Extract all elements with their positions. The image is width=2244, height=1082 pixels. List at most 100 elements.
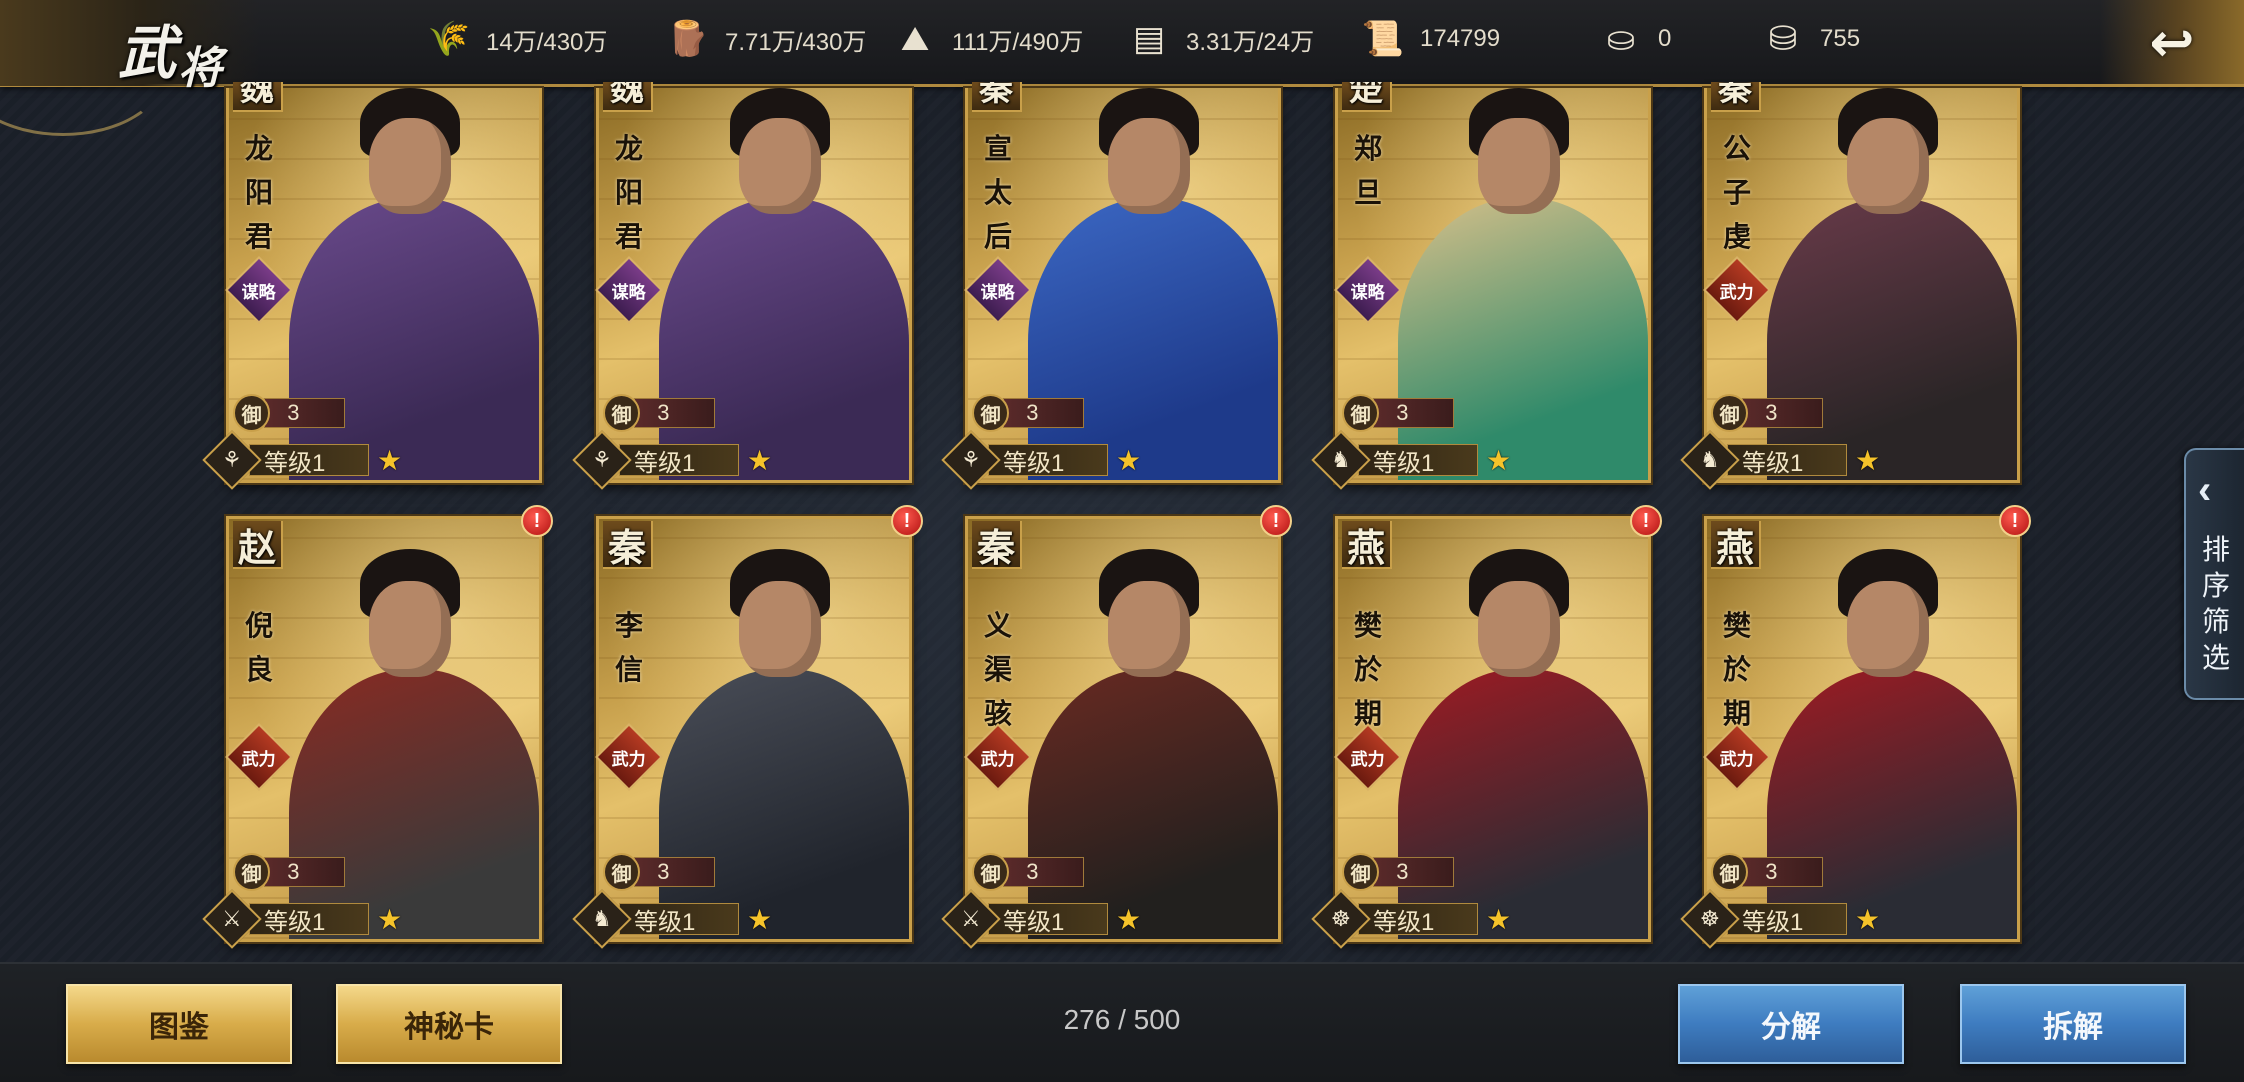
- faction-badge: 秦: [972, 82, 1022, 112]
- defense-stat: 御3: [603, 394, 715, 432]
- general-name-char: 君: [244, 220, 273, 253]
- general-card[interactable]: 燕樊於期武力御 3 ☸ 等级1 ★!: [1680, 505, 2031, 949]
- level-text: 等级1: [1358, 444, 1478, 477]
- star-icon: ★: [1116, 444, 1142, 476]
- star-icon: ★: [377, 903, 403, 935]
- general-name-char: 信: [614, 653, 643, 686]
- general-card[interactable]: 楚郑旦谋略御 3 ♞ 等级1 ★: [1311, 82, 1651, 490]
- defense-value: 3: [1373, 398, 1454, 428]
- general-card[interactable]: 秦宣太后谋略御 3 ⚘ 等级1 ★: [941, 82, 1281, 490]
- defense-value: 3: [634, 398, 715, 428]
- attribute-label: 武力: [1720, 749, 1754, 769]
- general-name-char: 郑: [1353, 132, 1382, 165]
- mystery-card-button[interactable]: 神秘卡: [336, 984, 562, 1064]
- level-text: 等级1: [1727, 444, 1847, 477]
- faction-badge: 魏: [603, 82, 653, 112]
- shield-defense-icon: 御: [1342, 853, 1380, 891]
- sort-filter-label: 排序筛选: [2201, 534, 2230, 673]
- general-name-char: 龙: [244, 132, 273, 165]
- defense-value: 3: [1742, 398, 1823, 428]
- shield-defense-icon: 御: [972, 853, 1010, 891]
- general-name-char: 阳: [614, 176, 643, 209]
- star-icon: ★: [1855, 444, 1881, 476]
- level-text: 等级1: [619, 903, 739, 936]
- faction-badge: 秦: [1711, 82, 1761, 112]
- alert-icon: !: [891, 505, 923, 537]
- level-text: 等级1: [988, 444, 1108, 477]
- star-icon: ★: [377, 444, 403, 476]
- star-icon: ★: [1116, 903, 1142, 935]
- general-name-char: 良: [244, 653, 273, 686]
- shield-defense-icon: 御: [603, 394, 641, 432]
- faction-badge: 燕: [1711, 521, 1761, 570]
- general-name-char: 公: [1722, 132, 1751, 165]
- level-bar: ☸ 等级1 ★: [1680, 889, 1899, 949]
- faction-badge: 赵: [233, 521, 283, 570]
- faction-badge: 秦: [972, 521, 1022, 570]
- general-card[interactable]: 赵倪良武力御 3 ⚔ 等级1 ★!: [202, 505, 553, 949]
- level-bar: ⚘ 等级1 ★: [572, 430, 791, 490]
- general-card[interactable]: 秦义渠骇武力御 3 ⚔ 等级1 ★!: [941, 505, 1292, 949]
- faction-badge: 魏: [233, 82, 283, 112]
- general-name-char: 李: [614, 609, 643, 642]
- alert-icon: !: [1630, 505, 1662, 537]
- general-name-char: 后: [983, 220, 1012, 253]
- level-bar: ♞ 等级1 ★: [1680, 430, 1899, 490]
- defense-value: 3: [1003, 398, 1084, 428]
- defense-stat: 御3: [233, 394, 345, 432]
- general-card[interactable]: 秦公子虔武力御 3 ♞ 等级1 ★: [1680, 82, 2020, 490]
- attribute-label: 武力: [1351, 749, 1385, 769]
- level-text: 等级1: [988, 903, 1108, 936]
- level-text: 等级1: [619, 444, 739, 477]
- shield-defense-icon: 御: [603, 853, 641, 891]
- attribute-label: 谋略: [242, 282, 276, 302]
- level-text: 等级1: [1727, 903, 1847, 936]
- star-icon: ★: [747, 903, 773, 935]
- level-bar: ⚔ 等级1 ★: [941, 889, 1160, 949]
- level-text: 等级1: [249, 444, 369, 477]
- attribute-label: 谋略: [1351, 282, 1385, 302]
- star-icon: ★: [1486, 444, 1512, 476]
- general-card[interactable]: 魏龙阳君谋略御 3 ⚘ 等级1 ★: [572, 82, 912, 490]
- level-bar: ⚘ 等级1 ★: [941, 430, 1160, 490]
- level-text: 等级1: [1358, 903, 1478, 936]
- attribute-label: 谋略: [612, 282, 646, 302]
- general-name-char: 太: [983, 176, 1012, 209]
- general-name-char: 於: [1722, 653, 1751, 686]
- defense-value: 3: [1373, 857, 1454, 887]
- catalog-button[interactable]: 图鉴: [66, 984, 292, 1064]
- defense-value: 3: [264, 857, 345, 887]
- chevron-left-icon: ‹: [2198, 468, 2212, 512]
- general-card[interactable]: 魏龙阳君谋略御 3 ⚘ 等级1 ★: [202, 82, 542, 490]
- attribute-label: 谋略: [981, 282, 1015, 302]
- defense-stat: 御3: [603, 853, 715, 891]
- shield-defense-icon: 御: [972, 394, 1010, 432]
- defense-value: 3: [634, 857, 715, 887]
- faction-badge: 秦: [603, 521, 653, 570]
- sort-filter-tab[interactable]: ‹ 排序筛选: [2184, 448, 2244, 700]
- level-bar: ⚘ 等级1 ★: [202, 430, 421, 490]
- star-icon: ★: [1855, 903, 1881, 935]
- card-count: 276 / 500: [1063, 1004, 1181, 1035]
- dismantle-button[interactable]: 拆解: [1960, 984, 2186, 1064]
- general-card[interactable]: 秦李信武力御 3 ♞ 等级1 ★!: [572, 505, 923, 949]
- defense-value: 3: [264, 398, 345, 428]
- star-icon: ★: [1486, 903, 1512, 935]
- decompose-button[interactable]: 分解: [1678, 984, 1904, 1064]
- attribute-label: 武力: [1720, 282, 1754, 302]
- level-text: 等级1: [249, 903, 369, 936]
- level-bar: ♞ 等级1 ★: [572, 889, 791, 949]
- defense-value: 3: [1742, 857, 1823, 887]
- alert-icon: !: [521, 505, 553, 537]
- shield-defense-icon: 御: [1711, 394, 1749, 432]
- general-card-grid: 魏龙阳君谋略御 3 ⚘ 等级1 ★ 魏龙阳君谋略御 3 ⚘ 等级1 ★ 秦宣太后谋略御 3 ⚘ 等级1 ★ 楚…: [0, 0, 2244, 1080]
- general-name-char: 龙: [614, 132, 643, 165]
- faction-badge: 燕: [1342, 521, 1392, 570]
- defense-stat: 御3: [1342, 853, 1454, 891]
- level-bar: ☸ 等级1 ★: [1311, 889, 1530, 949]
- general-name-char: 宣: [983, 132, 1012, 165]
- attribute-label: 武力: [242, 749, 276, 769]
- general-card[interactable]: 燕樊於期武力御 3 ☸ 等级1 ★!: [1311, 505, 1662, 949]
- general-name-char: 樊: [1353, 609, 1382, 642]
- general-name-char: 虔: [1722, 220, 1751, 253]
